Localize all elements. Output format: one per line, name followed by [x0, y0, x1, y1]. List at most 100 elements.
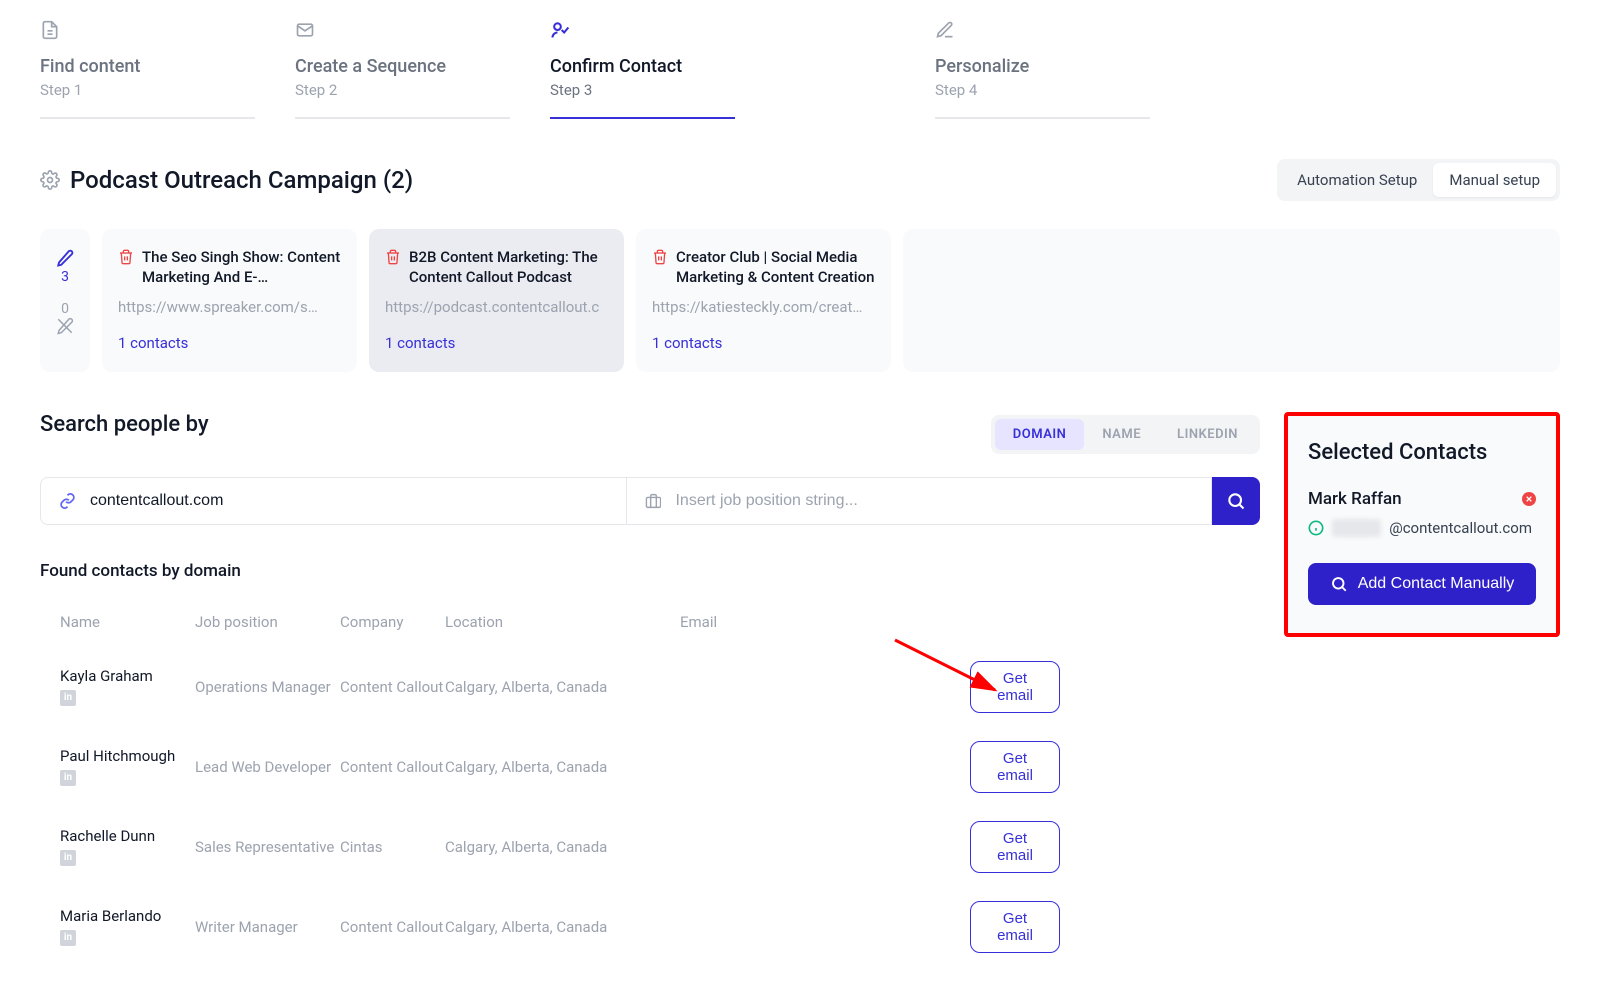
stepper: Find content Step 1 Create a Sequence St…	[40, 20, 1560, 119]
contact-company: Content Callout	[340, 678, 445, 696]
contact-job: Operations Manager	[195, 678, 340, 696]
add-contact-manually-button[interactable]: Add Contact Manually	[1308, 563, 1536, 605]
tab-domain[interactable]: DOMAIN	[995, 419, 1085, 450]
manual-setup-option[interactable]: Manual setup	[1433, 163, 1556, 197]
link-icon	[59, 492, 76, 510]
contact-name: Rachelle Dunn	[60, 827, 195, 845]
th-company: Company	[340, 613, 445, 631]
contact-location: Calgary, Alberta, Canada	[445, 758, 680, 776]
search-icon	[1226, 491, 1246, 511]
selected-contact-name: Mark Raffan	[1308, 489, 1536, 509]
linkedin-icon[interactable]: in	[60, 770, 76, 786]
email-domain: @contentcallout.com	[1389, 519, 1532, 537]
contact-job: Writer Manager	[195, 918, 340, 936]
get-email-button[interactable]: Get email	[970, 901, 1060, 953]
card-contacts[interactable]: 1 contacts	[118, 334, 341, 352]
card-url: https://podcast.contentcallout.c	[385, 298, 608, 316]
get-email-button[interactable]: Get email	[970, 821, 1060, 873]
content-cards-row: 3 0 The Seo Singh Show: Content Marketin…	[40, 229, 1560, 372]
step-title: Find content	[40, 56, 255, 77]
step-title: Confirm Contact	[550, 56, 735, 77]
selected-contacts-panel: Selected Contacts Mark Raffan xxxxx @con…	[1284, 412, 1560, 637]
person-check-icon	[550, 20, 570, 40]
card-title: Creator Club | Social Media Marketing & …	[676, 247, 875, 288]
domain-input[interactable]	[90, 492, 608, 510]
found-title: Found contacts by domain	[40, 561, 1260, 581]
card-url: https://www.spreaker.com/s…	[118, 298, 341, 316]
step-confirm-contact[interactable]: Confirm Contact Step 3	[550, 20, 735, 119]
content-card[interactable]: The Seo Singh Show: Content Marketing An…	[102, 229, 357, 372]
step-label: Step 1	[40, 81, 255, 99]
th-name: Name	[60, 613, 195, 631]
content-card[interactable]: Creator Club | Social Media Marketing & …	[636, 229, 891, 372]
step-label: Step 2	[295, 81, 510, 99]
card-url: https://katiesteckly.com/creat…	[652, 298, 875, 316]
card-contacts[interactable]: 1 contacts	[652, 334, 875, 352]
table-header: Name Job position Company Location Email	[40, 605, 1260, 639]
automation-setup-option[interactable]: Automation Setup	[1281, 163, 1433, 197]
content-card[interactable]: B2B Content Marketing: The Content Callo…	[369, 229, 624, 372]
selected-title: Selected Contacts	[1308, 440, 1536, 465]
step-personalize[interactable]: Personalize Step 4	[935, 20, 1150, 119]
linkedin-icon[interactable]: in	[60, 930, 76, 946]
search-inputs	[40, 477, 1260, 525]
linkedin-icon[interactable]: in	[60, 690, 76, 706]
contact-name: Maria Berlando	[60, 907, 195, 925]
pen-icon	[935, 20, 955, 40]
th-job: Job position	[195, 613, 340, 631]
contact-job: Sales Representative	[195, 838, 340, 856]
info-icon	[1308, 520, 1324, 536]
step-find-content[interactable]: Find content Step 1	[40, 20, 255, 119]
search-title: Search people by	[40, 412, 209, 437]
tab-linkedin[interactable]: LINKEDIN	[1159, 419, 1256, 450]
contact-company: Cintas	[340, 838, 445, 856]
pencil-count: 3	[61, 269, 69, 285]
email-local-blurred: xxxxx	[1332, 519, 1381, 537]
step-create-sequence[interactable]: Create a Sequence Step 2	[295, 20, 510, 119]
table-row: Rachelle Dunn in Sales Representative Ci…	[40, 807, 1260, 887]
contact-company: Content Callout	[340, 758, 445, 776]
selected-email: xxxxx @contentcallout.com	[1308, 519, 1536, 537]
tab-name[interactable]: NAME	[1084, 419, 1159, 450]
trash-icon[interactable]	[118, 249, 134, 265]
step-label: Step 3	[550, 81, 735, 99]
contact-name: Paul Hitchmough	[60, 747, 195, 765]
contact-company: Content Callout	[340, 918, 445, 936]
briefcase-icon	[645, 492, 662, 510]
th-location: Location	[445, 613, 680, 631]
domain-input-wrap	[40, 477, 627, 525]
table-row: Paul Hitchmough in Lead Web Developer Co…	[40, 727, 1260, 807]
search-tabs: DOMAIN NAME LINKEDIN	[991, 415, 1260, 454]
card-title: The Seo Singh Show: Content Marketing An…	[142, 247, 341, 288]
step-title: Create a Sequence	[295, 56, 510, 77]
card-title: B2B Content Marketing: The Content Callo…	[409, 247, 608, 288]
campaign-title: Podcast Outreach Campaign (2)	[70, 166, 413, 194]
step-title: Personalize	[935, 56, 1150, 77]
job-input[interactable]	[675, 492, 1193, 510]
file-icon	[40, 20, 60, 40]
get-email-button[interactable]: Get email	[970, 741, 1060, 793]
summary-card: 3 0	[40, 229, 90, 372]
contacts-table: Name Job position Company Location Email…	[40, 605, 1260, 967]
job-input-wrap	[627, 477, 1213, 525]
get-email-button[interactable]: Get email	[970, 661, 1060, 713]
contact-job: Lead Web Developer	[195, 758, 340, 776]
setup-toggle: Automation Setup Manual setup	[1277, 159, 1560, 201]
card-contacts[interactable]: 1 contacts	[385, 334, 608, 352]
contact-location: Calgary, Alberta, Canada	[445, 678, 680, 696]
trash-icon[interactable]	[385, 249, 401, 265]
title-row: Podcast Outreach Campaign (2) Automation…	[40, 159, 1560, 201]
remove-contact-button[interactable]	[1522, 492, 1536, 506]
missing-count: 0	[61, 301, 69, 317]
trash-icon[interactable]	[652, 249, 668, 265]
th-email: Email	[680, 613, 910, 631]
linkedin-icon[interactable]: in	[60, 850, 76, 866]
search-button[interactable]	[1212, 477, 1260, 525]
step-label: Step 4	[935, 81, 1150, 99]
search-icon	[1330, 575, 1348, 593]
pencil-icon	[56, 249, 74, 267]
mail-icon	[295, 20, 315, 40]
contact-location: Calgary, Alberta, Canada	[445, 918, 680, 936]
gear-icon	[40, 170, 60, 190]
contact-name: Kayla Graham	[60, 667, 195, 685]
